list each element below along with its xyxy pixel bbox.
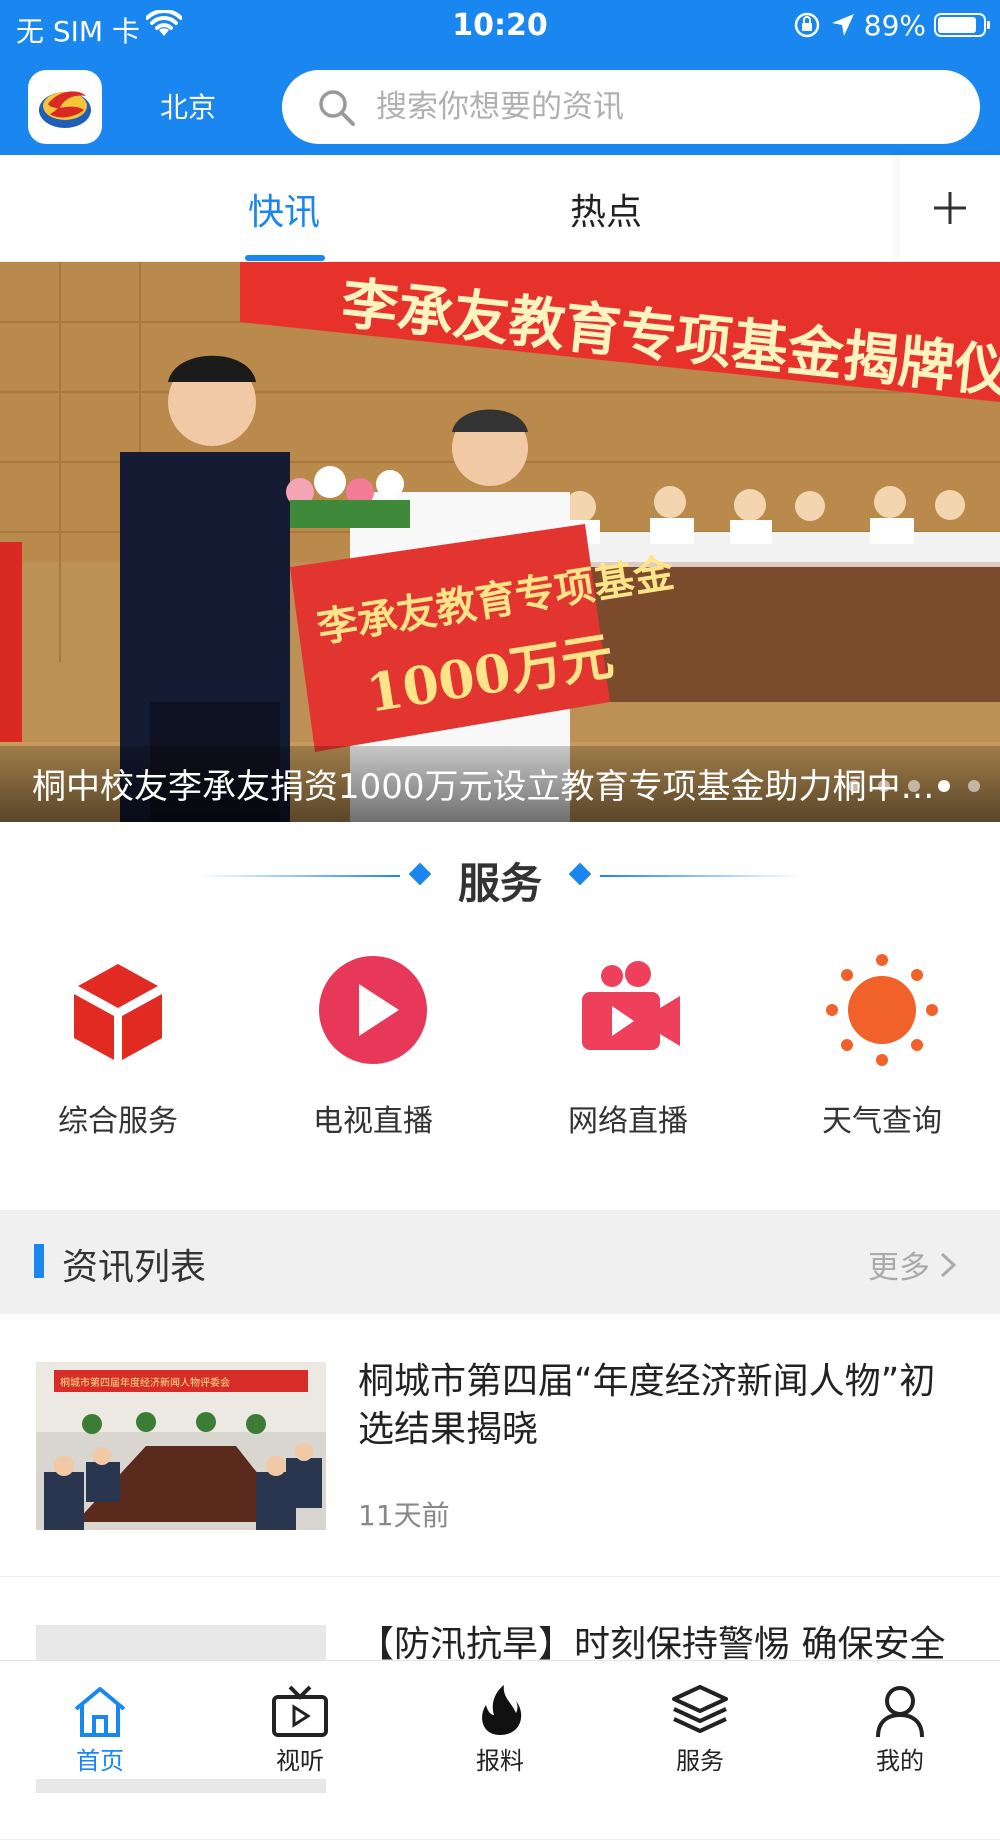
location-arrow-icon (831, 14, 854, 36)
channel-tabs: 快讯 热点 (0, 155, 1000, 262)
service-weather[interactable]: 天气查询 (772, 950, 992, 1140)
top-header: 无 SIM 卡 10:20 89% 北京 (0, 0, 1000, 155)
active-tab-indicator (245, 255, 325, 261)
services-heading: 服务 (0, 840, 1000, 910)
battery-icon (934, 13, 990, 37)
news-title: 桐城市第四届“年度经济新闻人物”初选结果揭晓 (358, 1361, 936, 1450)
status-right: 89% (792, 8, 990, 42)
plus-icon (934, 192, 966, 224)
city-selector[interactable]: 北京 (160, 86, 216, 126)
nav-report[interactable]: 报料 (400, 1661, 600, 1779)
tab-redian[interactable]: 热点 (570, 183, 642, 235)
nav-label: 报料 (476, 1747, 524, 1775)
news-time: 11天前 (358, 1499, 450, 1532)
add-channel-button[interactable] (900, 155, 1000, 261)
section-accent-bar (34, 1244, 44, 1278)
cube-icon (74, 964, 162, 1060)
status-bar: 无 SIM 卡 10:20 89% (0, 0, 1000, 52)
orientation-lock-icon (794, 12, 820, 38)
search-bar[interactable] (282, 70, 980, 144)
more-link[interactable]: 更多 (868, 1242, 958, 1287)
news-item[interactable]: 桐城市第四届年度经济新闻人物评委会 桐城市第四届“年度经济新闻人物”初选结果揭晓… (0, 1314, 1000, 1577)
home-icon (74, 1687, 126, 1737)
sun-icon (826, 954, 938, 1066)
nav-label: 首页 (76, 1747, 124, 1775)
logo-icon (39, 91, 91, 128)
nav-label: 视听 (276, 1747, 324, 1775)
news-section-title: 资讯列表 (62, 1247, 207, 1288)
more-label: 更多 (868, 1250, 930, 1286)
service-label: 电视直播 (313, 1104, 433, 1139)
tab-kuaixun[interactable]: 快讯 (248, 183, 320, 235)
service-general[interactable]: 综合服务 (8, 950, 228, 1140)
nav-services[interactable]: 服务 (600, 1661, 800, 1779)
video-camera-icon (582, 961, 680, 1050)
layers-icon (672, 1685, 728, 1733)
carousel-dots (848, 780, 980, 792)
tv-icon (272, 1685, 328, 1737)
chevron-right-icon (940, 1252, 957, 1277)
service-label: 综合服务 (58, 1104, 178, 1139)
bottom-nav: 首页 视听 报料 服务 我的 (0, 1660, 1000, 1779)
banner-photo: 李承友教育专项基金揭牌仪 李承友教育专项基金 1000万元 (0, 262, 1000, 822)
thumbnail-banner-text: 桐城市第四届年度经济新闻人物评委会 (60, 1376, 230, 1389)
news-thumbnail: 桐城市第四届年度经济新闻人物评委会 (36, 1362, 326, 1530)
carousel-dot[interactable] (848, 780, 860, 792)
carousel-dot[interactable] (878, 780, 890, 792)
search-icon (319, 90, 355, 126)
carousel-dot[interactable] (908, 780, 920, 792)
user-icon (876, 1686, 924, 1738)
service-label: 网络直播 (568, 1104, 688, 1139)
battery-percent: 89% (863, 8, 926, 42)
nav-home[interactable]: 首页 (0, 1661, 200, 1779)
app-logo[interactable] (28, 70, 102, 144)
nav-label: 我的 (876, 1747, 924, 1775)
search-input[interactable] (374, 88, 938, 126)
nav-profile[interactable]: 我的 (800, 1661, 1000, 1779)
play-icon (319, 956, 427, 1064)
carousel-dot[interactable] (968, 780, 980, 792)
service-tv-live[interactable]: 电视直播 (263, 950, 483, 1140)
banner-caption[interactable]: 桐中校友李承友捐资1000万元设立教育专项基金助力桐中发展 (32, 759, 952, 808)
nav-label: 服务 (676, 1747, 724, 1775)
heading-line-right (600, 875, 800, 877)
nav-video[interactable]: 视听 (200, 1661, 400, 1779)
banner-carousel[interactable]: 李承友教育专项基金揭牌仪 李承友教育专项基金 1000万元 桐中校友李承友捐资1… (0, 262, 1000, 822)
news-section-header: 资讯列表 更多 (0, 1210, 1000, 1314)
service-web-live[interactable]: 网络直播 (518, 950, 738, 1140)
services-title: 服务 (457, 859, 542, 908)
flame-icon (482, 1685, 522, 1735)
carousel-dot-active[interactable] (938, 780, 950, 792)
service-label: 天气查询 (822, 1104, 942, 1139)
